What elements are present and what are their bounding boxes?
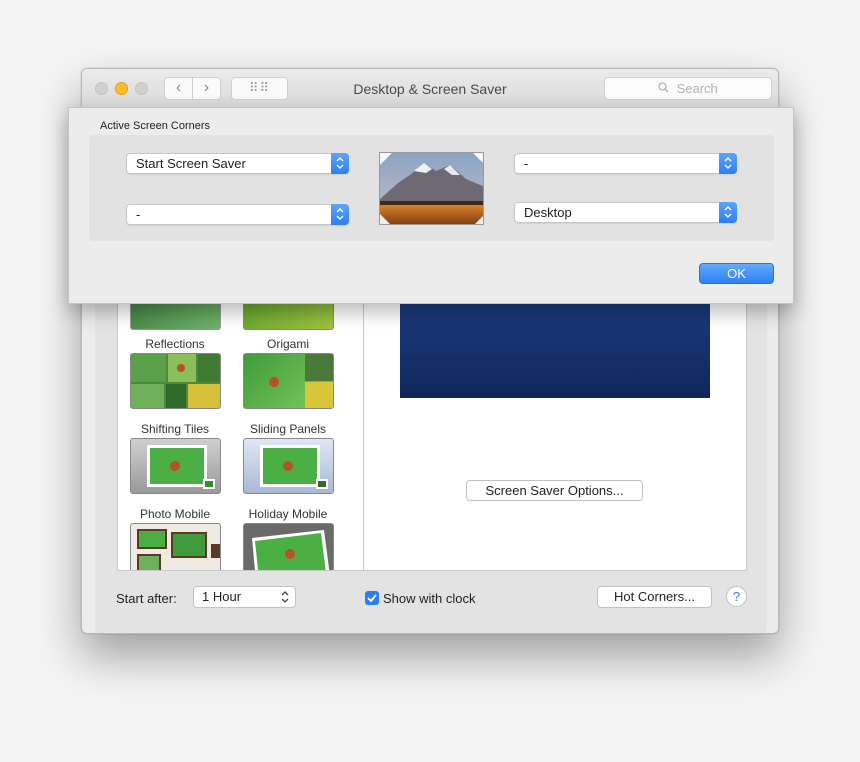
classic-thumbnail[interactable] [243, 523, 334, 570]
bottom-controls: Start after: 1 Hour Show with clock Hot … [95, 585, 767, 615]
shifting-tiles-thumbnail[interactable] [130, 353, 221, 409]
start-after-value: 1 Hour [202, 589, 242, 604]
list-item-label: Shifting Tiles [140, 422, 210, 436]
updown-chevron-icon [331, 153, 349, 174]
top-right-corner-value: - [524, 156, 529, 171]
updown-chevron-icon [331, 204, 349, 225]
search-field[interactable]: Search [604, 77, 772, 100]
bottom-left-corner-popup[interactable]: - [126, 204, 349, 225]
bottom-right-corner-value: Desktop [524, 205, 572, 220]
screen-saver-preview-pane: Screen Saver Options... [363, 303, 747, 571]
bottom-right-corner-popup[interactable]: Desktop [514, 202, 737, 223]
updown-chevron-icon [281, 587, 289, 615]
screen-saver-options-button[interactable]: Screen Saver Options... [466, 480, 643, 501]
top-left-corner-value: Start Screen Saver [136, 156, 246, 171]
origami-thumbnail[interactable] [243, 304, 334, 330]
photo-mobile-thumbnail[interactable] [130, 438, 221, 494]
sheet-title: Active Screen Corners [100, 120, 211, 132]
start-after-label: Start after: [116, 591, 177, 606]
active-screen-corners-sheet: Active Screen Corners Start Screen Saver… [68, 107, 794, 304]
corners-group: Start Screen Saver - - Desktop [89, 135, 774, 241]
list-item-label: Sliding Panels [249, 422, 327, 436]
search-icon [658, 82, 672, 96]
reflections-thumbnail[interactable] [130, 304, 221, 330]
holiday-mobile-thumbnail[interactable] [243, 438, 334, 494]
show-with-clock-checkbox[interactable] [365, 591, 379, 605]
list-item-label: Photo Mobile [139, 507, 211, 521]
vintage-prints-thumbnail[interactable] [130, 523, 221, 570]
sliding-panels-thumbnail[interactable] [243, 353, 334, 409]
list-item-label: Holiday Mobile [248, 507, 328, 521]
bottom-left-corner-value: - [136, 207, 141, 222]
start-after-select[interactable]: 1 Hour [193, 586, 296, 608]
updown-chevron-icon [719, 202, 737, 223]
help-button[interactable]: ? [726, 586, 747, 607]
list-item-label: Origami [266, 337, 309, 351]
top-right-corner-popup[interactable]: - [514, 153, 737, 174]
title-bar: ‹ › ⠿⠿ Desktop & Screen Saver Search [82, 69, 778, 109]
hot-corners-button[interactable]: Hot Corners... [597, 586, 712, 608]
updown-chevron-icon [719, 153, 737, 174]
list-item-label: Reflections [145, 337, 205, 351]
top-left-corner-popup[interactable]: Start Screen Saver [126, 153, 349, 174]
show-with-clock-label[interactable]: Show with clock [383, 591, 475, 606]
search-placeholder: Search [676, 81, 718, 96]
screen-saver-list[interactable]: Reflections Origami Shifting Tiles Slidi… [117, 303, 363, 571]
screen-saver-preview [400, 304, 710, 398]
desktop-corner-preview [379, 152, 484, 225]
ok-button[interactable]: OK [699, 263, 774, 284]
